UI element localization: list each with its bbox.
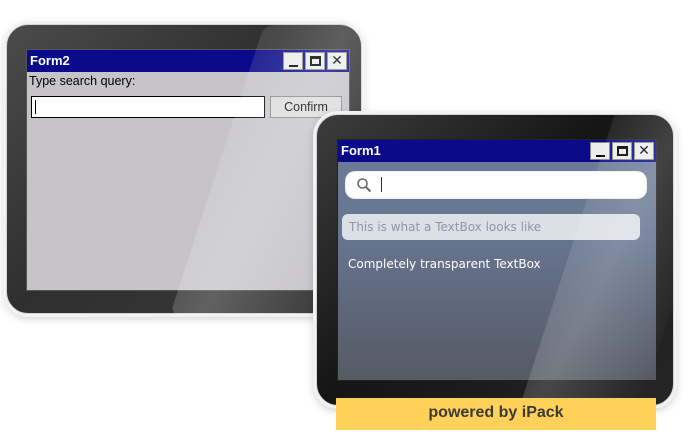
form1-minimize-button[interactable] xyxy=(590,142,610,160)
form1-close-button[interactable]: ✕ xyxy=(634,142,654,160)
form1-titlebar[interactable]: Form1 ✕ xyxy=(338,140,656,162)
tablet-device-form1: Form1 ✕ This is what a TextBox looks lik… xyxy=(316,114,696,407)
form2-titlebar[interactable]: Form2 ✕ xyxy=(27,50,349,72)
minimize-icon xyxy=(595,154,605,157)
search-icon xyxy=(357,178,372,193)
form2-minimize-button[interactable] xyxy=(283,52,303,70)
sample-textbox[interactable]: This is what a TextBox looks like xyxy=(342,214,640,240)
maximize-icon xyxy=(616,146,628,156)
form1-maximize-button[interactable] xyxy=(612,142,632,160)
rounded-search-textbox[interactable] xyxy=(345,171,647,199)
transparent-textbox[interactable]: Completely transparent TextBox xyxy=(348,257,541,271)
powered-by-banner: powered by iPack xyxy=(336,398,656,430)
tablet-device-form2: Form2 ✕ Type search query: Confirm xyxy=(6,24,425,315)
search-query-input[interactable] xyxy=(31,96,265,118)
maximize-icon xyxy=(309,56,321,66)
form2-close-button[interactable]: ✕ xyxy=(327,52,347,70)
text-caret xyxy=(35,100,36,114)
close-icon: ✕ xyxy=(638,143,650,159)
search-query-label: Type search query: xyxy=(29,74,136,88)
text-caret xyxy=(381,177,382,192)
form2-title: Form2 xyxy=(30,53,70,68)
minimize-icon xyxy=(288,64,298,67)
close-icon: ✕ xyxy=(331,53,343,69)
form2-maximize-button[interactable] xyxy=(305,52,325,70)
form2-window: Form2 ✕ Type search query: Confirm xyxy=(26,49,350,291)
form1-window: Form1 ✕ This is what a TextBox looks lik… xyxy=(337,139,657,381)
form1-title: Form1 xyxy=(341,143,381,158)
